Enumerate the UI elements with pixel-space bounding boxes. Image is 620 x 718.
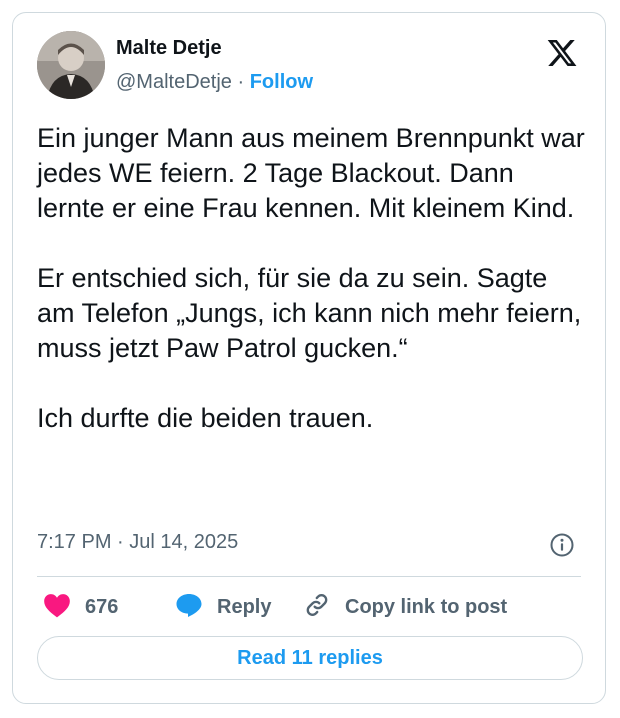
- separator-dot: ·: [237, 71, 245, 93]
- link-icon: [303, 591, 331, 624]
- author-handle[interactable]: @MalteDetje: [116, 71, 232, 93]
- reply-bubble-icon: [175, 592, 203, 623]
- tweet-paragraph-2: Er entschied sich, für sie da zu sein. S…: [37, 263, 582, 363]
- author-handle-row: @MalteDetje · Follow: [116, 71, 313, 94]
- info-icon[interactable]: [549, 532, 575, 558]
- tweet-paragraph-3: Ich durfte die beiden trauen.: [37, 403, 374, 433]
- like-button[interactable]: 676: [43, 591, 118, 623]
- divider: [37, 576, 581, 577]
- copy-link-label: Copy link to post: [345, 595, 508, 618]
- tweet-timestamp[interactable]: 7:17 PM · Jul 14, 2025: [37, 531, 238, 554]
- heart-icon: [43, 592, 71, 623]
- tweet-paragraph-1: Ein junger Mann aus meinem Brennpunkt wa…: [37, 123, 585, 223]
- read-replies-button[interactable]: Read 11 replies: [37, 636, 583, 680]
- avatar[interactable]: [37, 31, 105, 99]
- follow-button[interactable]: Follow: [250, 71, 313, 93]
- author-name[interactable]: Malte Detje: [116, 37, 222, 60]
- tweet-text: Ein junger Mann aus meinem Brennpunkt wa…: [37, 121, 587, 471]
- reply-button[interactable]: Reply: [175, 591, 271, 623]
- x-logo-icon[interactable]: [545, 37, 579, 69]
- copy-link-button[interactable]: Copy link to post: [303, 591, 507, 623]
- tweet-card: Malte Detje @MalteDetje · Follow Ein jun…: [12, 12, 606, 704]
- action-bar: 676 Reply Copy link to post: [37, 591, 597, 623]
- like-count: 676: [85, 595, 119, 618]
- reply-label: Reply: [217, 595, 272, 618]
